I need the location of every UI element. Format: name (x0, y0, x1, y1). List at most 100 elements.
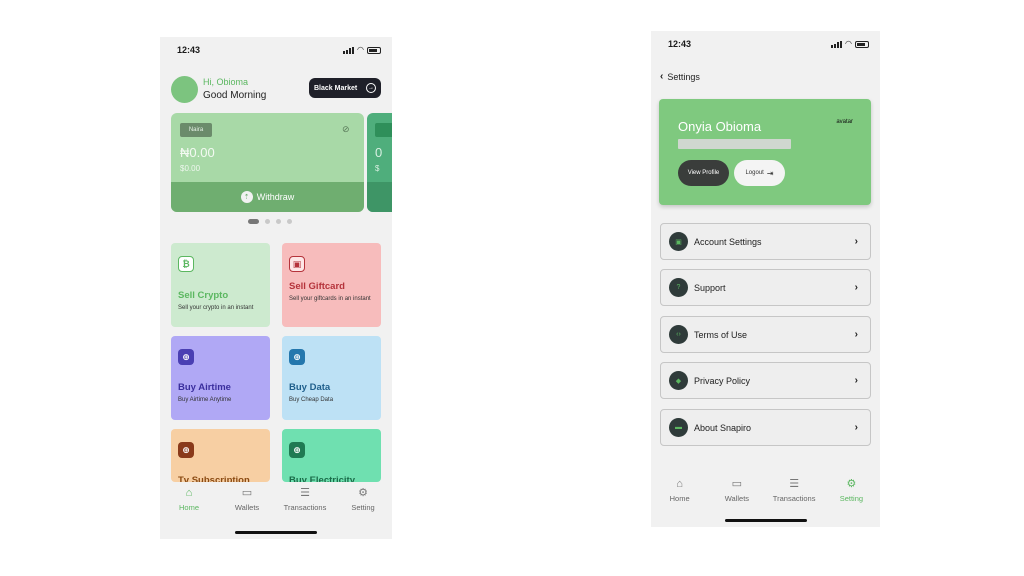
wifi-icon: ◠ (357, 45, 364, 54)
airtime-icon: ⊕ (178, 349, 194, 365)
service-tile-electricity[interactable]: ⊕ Buy Electricity (282, 429, 381, 482)
greeting-row: Hi, Obioma Good Morning Black Market → (171, 75, 381, 103)
service-tile-tv[interactable]: ⊕ Tv Subscription (171, 429, 270, 482)
tab-label: Transactions (283, 503, 327, 512)
profile-card: Onyia Obioma avatar View Profile Logout … (659, 99, 871, 205)
logout-label: Logout (745, 170, 764, 176)
tab-label: Home (178, 503, 199, 512)
status-icons: ◠ (343, 46, 381, 54)
menu-item-account[interactable]: ▣ Account Settings › (660, 223, 871, 260)
tile-title: Tv Subscription (178, 475, 250, 482)
chevron-right-icon: › (854, 236, 858, 247)
naira-wallet-card[interactable]: Naira ⊘ ₦0.00 $0.00 ⇡ Withdraw (171, 113, 364, 212)
black-market-button[interactable]: Black Market → (309, 78, 381, 98)
tile-title: Sell Giftcard (289, 281, 345, 292)
tile-title: Buy Airtime (178, 382, 231, 393)
profile-name: Onyia Obioma (678, 119, 762, 134)
wallet-currency-tag: Naira (180, 123, 212, 137)
carousel-dot[interactable] (265, 219, 270, 224)
service-tile-airtime[interactable]: ⊕ Buy Airtime Buy Airtime Anytime (171, 336, 270, 420)
status-icons: ◠ (831, 40, 869, 48)
account-icon: ▣ (669, 232, 688, 251)
menu-item-label: Privacy Policy (694, 375, 751, 386)
withdraw-button[interactable] (367, 182, 392, 212)
tile-title: Buy Electricity (289, 475, 355, 482)
privacy-icon: ◆ (669, 371, 688, 390)
carousel-dot[interactable] (248, 219, 259, 224)
list-icon: ☰ (300, 487, 310, 499)
withdraw-label: Withdraw (256, 192, 295, 202)
logout-button[interactable]: Logout ⇥ (734, 160, 785, 186)
wallet-balance: ₦0.00 (180, 145, 215, 160)
menu-item-label: Support (694, 282, 726, 293)
home-icon: ⌂ (676, 478, 683, 490)
logout-icon: ⇥ (766, 168, 774, 178)
menu-item-support[interactable]: ? Support › (660, 269, 871, 306)
menu-item-label: About Snapiro (694, 422, 752, 433)
crypto-icon: ₿ (178, 256, 194, 272)
gear-icon: ⚙ (358, 487, 368, 499)
tab-label: Home (669, 494, 690, 503)
arrow-circle-icon: → (366, 83, 376, 93)
wallet-usd-balance: $ (375, 164, 380, 173)
withdraw-button[interactable]: ⇡ Withdraw (171, 182, 364, 212)
tv-icon: ⊕ (178, 442, 194, 458)
tab-wallets[interactable]: ▭ Wallets (708, 473, 765, 511)
chevron-right-icon: › (854, 422, 858, 433)
tile-subtitle: Sell your giftcards in an instant (289, 296, 371, 302)
wallet-icon: ▭ (241, 487, 253, 499)
carousel-dot[interactable] (276, 219, 281, 224)
battery-icon (855, 40, 869, 48)
back-button[interactable]: ‹ Settings (660, 71, 700, 82)
status-time: 12:43 (668, 39, 692, 49)
support-icon: ? (669, 278, 688, 297)
menu-item-terms[interactable]: ‹› Terms of Use › (660, 316, 871, 353)
tile-subtitle: Sell your crypto in an instant (178, 305, 254, 311)
avatar[interactable] (171, 75, 198, 103)
signal-icon (343, 46, 355, 54)
second-wallet-card[interactable]: 0 $ (367, 113, 392, 212)
giftcard-icon: ▣ (289, 256, 305, 272)
tab-home[interactable]: ⌂ Home (651, 473, 708, 511)
wallet-icon: ▭ (731, 478, 743, 490)
tab-label: Transactions (772, 494, 816, 503)
menu-item-about[interactable]: ▬ About Snapiro › (660, 409, 871, 446)
menu-item-privacy[interactable]: ◆ Privacy Policy › (660, 362, 871, 399)
tab-label: Wallets (234, 503, 260, 512)
greeting-name: Hi, Obioma (203, 77, 249, 87)
carousel-dot[interactable] (287, 219, 292, 224)
chevron-right-icon: › (854, 375, 858, 386)
wifi-icon: ◠ (845, 39, 852, 48)
withdraw-icon: ⇡ (240, 191, 253, 203)
tab-label: Setting (839, 494, 864, 503)
battery-icon (367, 46, 381, 54)
tab-home[interactable]: ⌂ Home (160, 482, 218, 520)
home-indicator (235, 531, 317, 534)
greeting-time: Good Morning (203, 90, 267, 101)
menu-item-label: Terms of Use (694, 329, 748, 340)
settings-screen: 12:43 ◠ ‹ Settings Onyia Obioma avatar V… (651, 31, 880, 527)
tile-title: Buy Data (289, 382, 331, 393)
service-tile-crypto[interactable]: ₿ Sell Crypto Sell your crypto in an insta… (171, 243, 270, 327)
greeting: Hi, Obioma Good Morning (203, 76, 266, 102)
service-tile-giftcard[interactable]: ▣ Sell Giftcard Sell your giftcards in an … (282, 243, 381, 327)
avatar[interactable]: avatar (836, 119, 853, 125)
terms-icon: ‹› (669, 325, 688, 344)
carousel-dots (248, 219, 292, 224)
tab-transactions[interactable]: ☰ Transactions (276, 482, 334, 520)
tab-transactions[interactable]: ☰ Transactions (766, 473, 823, 511)
profile-email-redacted (678, 139, 791, 149)
tab-setting[interactable]: ⚙ Setting (334, 482, 392, 520)
tab-bar: ⌂ Home ▭ Wallets ☰ Transactions ⚙ Setting (651, 473, 880, 511)
chevron-right-icon: › (854, 282, 858, 293)
tab-setting[interactable]: ⚙ Setting (823, 473, 880, 511)
service-tile-data[interactable]: ⊕ Buy Data Buy Cheap Data (282, 336, 381, 420)
eye-off-icon[interactable]: ⊘ (342, 125, 354, 134)
tab-label: Wallets (724, 494, 750, 503)
home-indicator (725, 519, 807, 522)
tile-subtitle: Buy Cheap Data (289, 397, 334, 403)
view-profile-button[interactable]: View Profile (678, 160, 729, 186)
wallet-usd-balance: $0.00 (180, 164, 201, 173)
tab-wallets[interactable]: ▭ Wallets (218, 482, 276, 520)
signal-icon (831, 40, 843, 48)
